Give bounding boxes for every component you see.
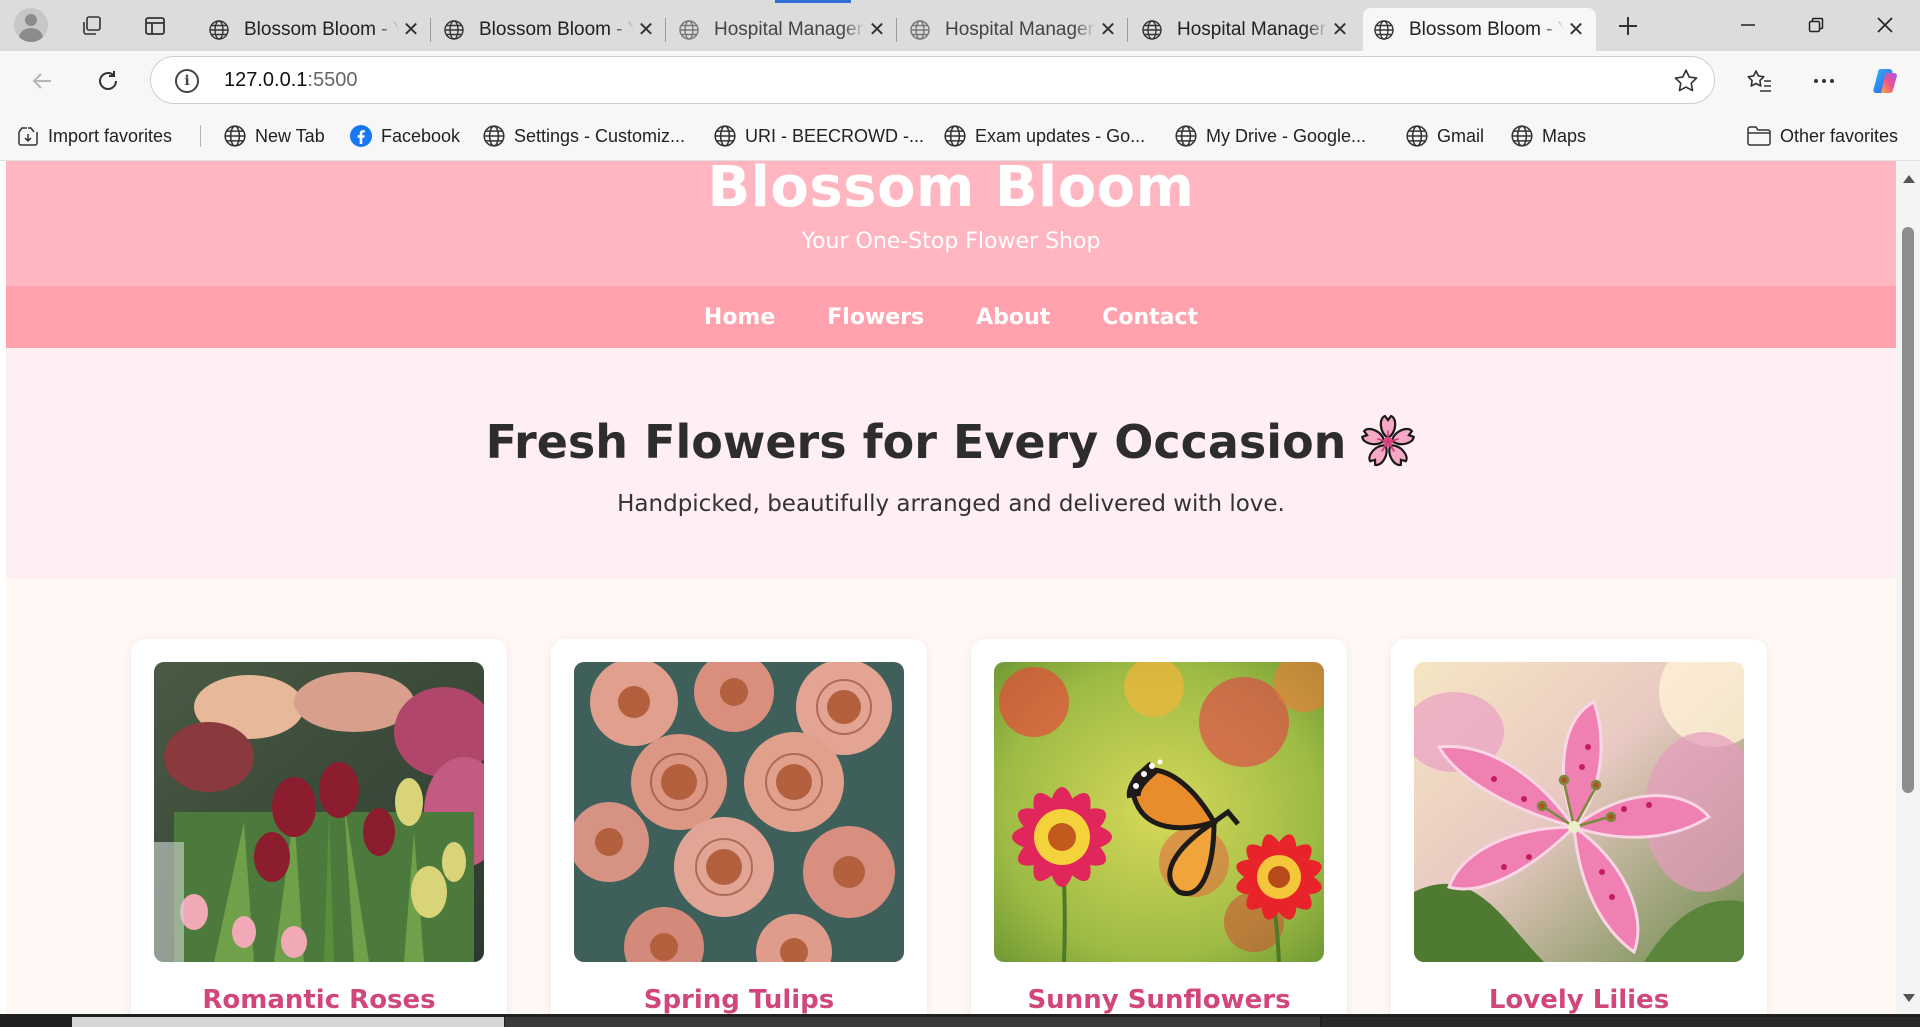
globe-icon [1142,19,1162,40]
loading-indicator [775,0,851,3]
globe-icon [444,19,464,40]
tab-title: Hospital Manager [714,18,863,40]
scroll-down-arrow-icon[interactable] [1903,994,1915,1002]
product-card[interactable]: Lovely Lilies [1391,639,1767,1014]
close-tab-icon[interactable]: ✕ [634,18,658,42]
product-title[interactable]: Spring Tulips [551,985,927,1014]
globe-icon [224,125,246,147]
product-card[interactable]: Sunny Sunflowers [971,639,1347,1014]
nav-link-home[interactable]: Home [704,305,775,330]
bookmark-item[interactable]: Settings - Customiz... [482,122,685,150]
globe-icon [679,19,699,40]
tab-title: Hospital Manager [1177,18,1326,40]
product-title[interactable]: Lovely Lilies [1391,985,1767,1014]
site-info-icon[interactable]: i [175,69,199,93]
bookmark-item[interactable]: Facebook [349,122,460,150]
bookmark-item[interactable]: New Tab [223,122,325,150]
page-viewport: Blossom Bloom Your One-Stop Flower Shop … [6,161,1896,1014]
globe-icon [1374,19,1394,40]
globe-icon [910,19,930,40]
more-icon[interactable] [1808,65,1840,97]
address-bar[interactable]: i 127.0.0.1:5500 [150,56,1715,104]
tab-title: Hospital Manager [945,18,1094,40]
bookmark-item[interactable]: URI - BEECROWD -... [713,122,924,150]
close-window-button[interactable] [1862,8,1908,42]
new-tab-button[interactable] [1614,12,1642,40]
import-icon [18,127,38,146]
url-text[interactable]: 127.0.0.1:5500 [224,69,357,92]
close-tab-icon[interactable]: ✕ [1564,18,1588,42]
minimize-button[interactable] [1725,8,1771,42]
product-card[interactable]: Romantic Roses [131,639,507,1014]
browser-tab[interactable]: Blossom Bloom - Y ✕ [198,8,431,51]
restore-button[interactable] [1793,8,1839,42]
bookmark-item[interactable]: Exam updates - Go... [943,122,1145,150]
star-icon[interactable] [1672,67,1700,100]
product-card[interactable]: Spring Tulips [551,639,927,1014]
other-favorites-button[interactable]: Other favorites [1746,122,1898,150]
globe-icon [483,125,505,147]
tab-title: Blossom Bloom - Y [1409,18,1564,40]
workspaces-icon[interactable] [78,12,106,40]
close-tab-icon[interactable]: ✕ [1096,18,1120,42]
cherry-blossom-icon [1361,414,1416,467]
scroll-up-arrow-icon[interactable] [1903,175,1915,183]
browser-tab[interactable]: Hospital Manager ✕ [668,8,897,51]
globe-icon [1406,125,1428,147]
refresh-icon[interactable] [92,65,124,97]
mixed-tulip-bouquet-photo [154,662,484,962]
peach-garden-roses-photo [574,662,904,962]
active-browser-tab[interactable]: Blossom Bloom - Y ✕ [1363,8,1596,51]
browser-tab[interactable]: Blossom Bloom - Y ✕ [433,8,666,51]
vertical-tabs-icon[interactable] [141,12,169,40]
globe-icon [944,125,966,147]
bookmark-item[interactable]: My Drive - Google... [1174,122,1366,150]
site-tagline: Your One-Stop Flower Shop [801,229,1101,254]
tab-strip: Blossom Bloom - Y ✕ Blossom Bloom - Y ✕ … [0,0,1920,51]
profile-avatar-icon[interactable] [14,8,48,42]
folder-icon [1747,126,1771,146]
hero-text: Handpicked, beautifully arranged and del… [617,491,1285,517]
browser-tab[interactable]: Hospital Manager ✕ [1131,8,1360,51]
taskbar [0,1014,1920,1027]
facebook-icon [350,125,372,147]
close-tab-icon[interactable]: ✕ [865,18,889,42]
favorites-list-icon[interactable] [1743,65,1775,97]
copilot-icon[interactable] [1870,65,1902,97]
close-tab-icon[interactable]: ✕ [1328,18,1352,42]
globe-icon [714,125,736,147]
product-title[interactable]: Sunny Sunflowers [971,985,1347,1014]
page-scrollbar[interactable] [1896,161,1920,1014]
pink-stargazer-lily-photo [1414,662,1744,962]
hero-title: Fresh Flowers for Every Occasion [6,414,1896,470]
globe-icon [1511,125,1533,147]
product-title[interactable]: Romantic Roses [131,985,507,1014]
tab-title: Blossom Bloom - Y [244,18,399,40]
butterfly-on-gaillardia-photo [994,662,1324,962]
bookmark-item[interactable]: Maps [1510,122,1586,150]
close-tab-icon[interactable]: ✕ [399,18,423,42]
nav-link-about[interactable]: About [976,305,1050,330]
globe-icon [209,19,229,40]
nav-link-contact[interactable]: Contact [1102,305,1198,330]
bookmark-item[interactable]: Gmail [1405,122,1484,150]
site-title: Blossom Bloom [707,161,1195,220]
hero-section: Fresh Flowers for Every Occasion Handpic… [6,348,1896,579]
import-favorites-button[interactable]: Import favorites [16,122,172,150]
browser-tab[interactable]: Hospital Manager ✕ [899,8,1128,51]
globe-icon [1175,125,1197,147]
bookmarks-bar: Import favorites New Tab Facebook Settin… [0,110,1920,161]
browser-toolbar: i 127.0.0.1:5500 [0,51,1920,110]
nav-link-flowers[interactable]: Flowers [827,305,924,330]
tab-title: Blossom Bloom - Y [479,18,634,40]
site-header: Blossom Bloom Your One-Stop Flower Shop [6,161,1896,286]
back-arrow-icon[interactable] [26,65,58,97]
scrollbar-thumb[interactable] [1902,227,1914,793]
site-nav: Home Flowers About Contact [6,286,1896,348]
